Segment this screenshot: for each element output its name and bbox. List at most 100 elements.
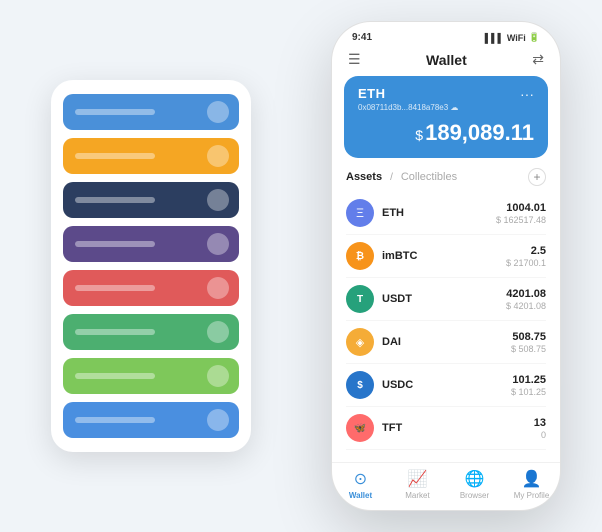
asset-usd: 0 [534, 430, 546, 440]
list-item[interactable]: ₿ imBTC 2.5 $ 21700.1 [346, 235, 546, 278]
eth-card[interactable]: ETH 0x08711d3b...8418a78e3 ☁ ··· $189,08… [344, 76, 548, 158]
nav-item-market[interactable]: 📈 Market [389, 469, 446, 500]
list-item[interactable]: Ξ ETH 1004.01 $ 162517.48 [346, 192, 546, 235]
page-title: Wallet [426, 52, 467, 68]
card-dot [207, 277, 229, 299]
card-item[interactable] [63, 358, 239, 394]
tft-icon: 🦋 [346, 414, 374, 442]
time-display: 9:41 [352, 32, 372, 43]
asset-amounts: 101.25 $ 101.25 [511, 374, 546, 397]
card-dot [207, 233, 229, 255]
card-dot [207, 321, 229, 343]
card-line [75, 153, 155, 159]
card-item[interactable] [63, 138, 239, 174]
asset-list: Ξ ETH 1004.01 $ 162517.48 ₿ imBTC 2.5 $ … [332, 192, 560, 462]
nav-item-wallet[interactable]: ⊙ Wallet [332, 469, 389, 500]
wifi-icon: WiFi [507, 33, 526, 43]
usdc-icon: $ [346, 371, 374, 399]
asset-quantity: 1004.01 [496, 202, 546, 214]
status-icons: ▌▌▌ WiFi 🔋 [485, 32, 540, 43]
asset-usd: $ 162517.48 [496, 215, 546, 225]
list-item[interactable]: $ USDC 101.25 $ 101.25 [346, 364, 546, 407]
eth-balance: $189,089.11 [358, 120, 534, 146]
card-line [75, 417, 155, 423]
list-item[interactable]: T USDT 4201.08 $ 4201.08 [346, 278, 546, 321]
card-dot [207, 101, 229, 123]
asset-usd: $ 508.75 [511, 344, 546, 354]
phone-header: ☰ Wallet ⇄ [332, 47, 560, 76]
signal-icon: ▌▌▌ [485, 33, 504, 43]
eth-menu-icon[interactable]: ··· [520, 86, 534, 102]
scene: 9:41 ▌▌▌ WiFi 🔋 ☰ Wallet ⇄ ETH 0x08711d3… [21, 16, 581, 516]
asset-name: TFT [382, 422, 534, 434]
profile-nav-label: My Profile [514, 491, 550, 500]
list-item[interactable]: 🦋 TFT 13 0 [346, 407, 546, 450]
asset-amounts: 2.5 $ 21700.1 [506, 245, 546, 268]
card-item[interactable] [63, 182, 239, 218]
card-line [75, 241, 155, 247]
eth-card-top: ETH 0x08711d3b...8418a78e3 ☁ ··· [358, 86, 534, 112]
profile-nav-icon: 👤 [522, 469, 542, 489]
dollar-sign: $ [415, 127, 423, 143]
asset-amounts: 4201.08 $ 4201.08 [506, 288, 546, 311]
status-bar: 9:41 ▌▌▌ WiFi 🔋 [332, 22, 560, 47]
asset-amounts: 13 0 [534, 417, 546, 440]
card-item[interactable] [63, 226, 239, 262]
asset-name: ETH [382, 207, 496, 219]
asset-amounts: 1004.01 $ 162517.48 [496, 202, 546, 225]
asset-name: USDC [382, 379, 511, 391]
assets-tabs: Assets / Collectibles [346, 171, 457, 183]
card-item[interactable] [63, 314, 239, 350]
eth-amount-value: 189,089.11 [425, 120, 534, 145]
card-item[interactable] [63, 94, 239, 130]
card-item[interactable] [63, 270, 239, 306]
tab-assets[interactable]: Assets [346, 171, 382, 183]
eth-address: 0x08711d3b...8418a78e3 ☁ [358, 103, 458, 112]
wallet-nav-icon: ⊙ [354, 469, 367, 489]
card-line [75, 329, 155, 335]
imbtc-icon: ₿ [346, 242, 374, 270]
nav-item-profile[interactable]: 👤 My Profile [503, 469, 560, 500]
menu-icon[interactable]: ☰ [348, 51, 361, 68]
phone: 9:41 ▌▌▌ WiFi 🔋 ☰ Wallet ⇄ ETH 0x08711d3… [331, 21, 561, 511]
browser-nav-label: Browser [460, 491, 489, 500]
eth-icon: Ξ [346, 199, 374, 227]
bottom-nav: ⊙ Wallet 📈 Market 🌐 Browser 👤 My Profile [332, 462, 560, 510]
dai-icon: ◈ [346, 328, 374, 356]
wallet-nav-label: Wallet [349, 491, 372, 500]
list-item[interactable]: ◈ DAI 508.75 $ 508.75 [346, 321, 546, 364]
tab-collectibles[interactable]: Collectibles [401, 171, 457, 183]
asset-usd: $ 4201.08 [506, 301, 546, 311]
card-line [75, 373, 155, 379]
nav-item-browser[interactable]: 🌐 Browser [446, 469, 503, 500]
asset-amounts: 508.75 $ 508.75 [511, 331, 546, 354]
browser-nav-icon: 🌐 [465, 469, 485, 489]
market-nav-icon: 📈 [408, 469, 428, 489]
asset-quantity: 2.5 [506, 245, 546, 257]
card-item[interactable] [63, 402, 239, 438]
card-dot [207, 145, 229, 167]
asset-name: imBTC [382, 250, 506, 262]
asset-quantity: 101.25 [511, 374, 546, 386]
asset-quantity: 4201.08 [506, 288, 546, 300]
asset-usd: $ 101.25 [511, 387, 546, 397]
eth-label: ETH [358, 86, 458, 101]
asset-quantity: 508.75 [511, 331, 546, 343]
usdt-icon: T [346, 285, 374, 313]
card-line [75, 109, 155, 115]
card-dot [207, 189, 229, 211]
asset-quantity: 13 [534, 417, 546, 429]
eth-card-info: ETH 0x08711d3b...8418a78e3 ☁ [358, 86, 458, 112]
card-line [75, 197, 155, 203]
add-asset-button[interactable]: + [528, 168, 546, 186]
card-dot [207, 409, 229, 431]
assets-header: Assets / Collectibles + [332, 168, 560, 192]
tab-divider: / [390, 172, 393, 183]
battery-icon: 🔋 [529, 32, 540, 43]
asset-name: DAI [382, 336, 511, 348]
card-line [75, 285, 155, 291]
card-stack [51, 80, 251, 452]
scan-icon[interactable]: ⇄ [532, 51, 544, 68]
asset-usd: $ 21700.1 [506, 258, 546, 268]
card-dot [207, 365, 229, 387]
